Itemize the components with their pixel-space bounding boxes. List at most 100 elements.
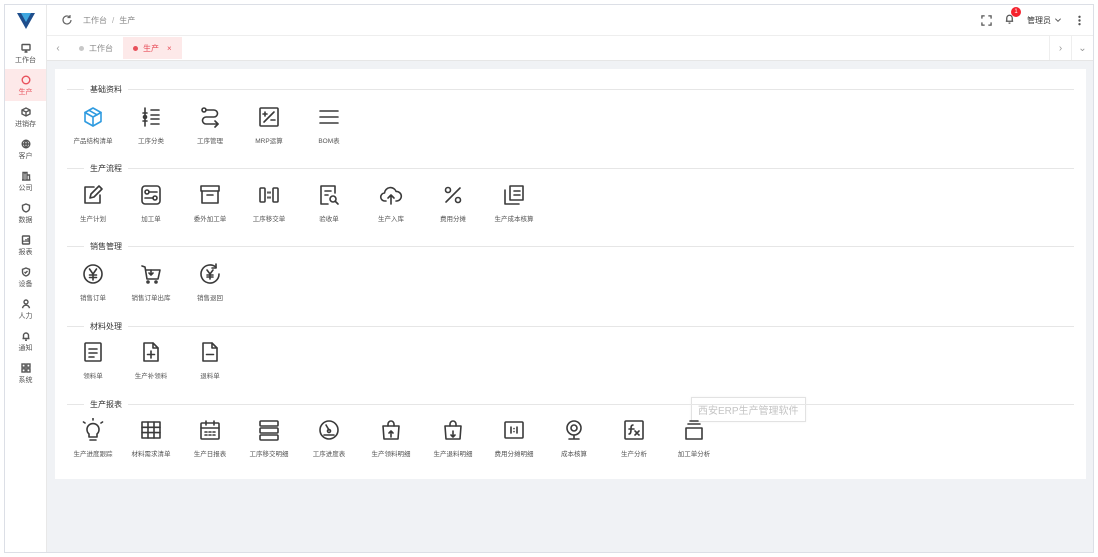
tab-scroll-left[interactable]: ‹ (47, 36, 69, 60)
yen-circle-icon (83, 264, 103, 284)
module-button[interactable]: 销售订单 (63, 262, 123, 302)
box-icon (20, 106, 32, 118)
breadcrumb-current: 生产 (119, 15, 136, 25)
module-button[interactable]: 销售订单出库 (121, 262, 181, 302)
tab-dropdown[interactable]: ⌄ (1071, 36, 1093, 60)
sidebar-item[interactable]: 设备 (5, 261, 46, 293)
module-button[interactable]: 工序移交单 (239, 183, 299, 223)
add-doc-icon (143, 342, 159, 362)
tab-controls: › ⌄ (1049, 36, 1093, 60)
sidebar-item-label: 系统 (18, 376, 33, 384)
list-icon (319, 110, 339, 124)
process-category-icon (142, 107, 160, 127)
sidebar-item-label: 人力 (18, 312, 33, 320)
module-button[interactable]: 加工单 (121, 183, 181, 223)
module-button[interactable]: 加工单分析 (664, 418, 724, 458)
sidebar-item[interactable]: 生产 (5, 69, 46, 101)
module-button[interactable]: 领料单 (63, 340, 123, 380)
module-button[interactable]: MRP运算 (239, 105, 299, 145)
user-name: 管理员 (1027, 15, 1051, 25)
sidebar-item-label: 客户 (18, 152, 33, 160)
circle-icon (20, 74, 32, 86)
tab-production[interactable]: 生产 × (123, 37, 182, 59)
sidebar-item[interactable]: 数据 (5, 197, 46, 229)
module-label: 生产日报表 (193, 451, 227, 458)
module-label: 领料单 (83, 373, 103, 380)
chevron-down-icon (1055, 18, 1061, 22)
bell-icon (20, 330, 32, 342)
breadcrumb-home[interactable]: 工作台 (83, 16, 107, 25)
module-button[interactable]: 生产计划 (63, 183, 123, 223)
module-label: 委外加工单 (193, 216, 227, 223)
section-title: 销售管理 (90, 241, 122, 251)
sidebar-item[interactable]: 人力 (5, 293, 46, 325)
gauge-icon (319, 420, 339, 440)
module-label: 工序移交单 (252, 216, 286, 223)
module-label: 生产退料明细 (433, 451, 473, 458)
notification-button[interactable]: 1 (1004, 7, 1021, 27)
sidebar-item[interactable]: 报表 (5, 229, 46, 261)
module-button[interactable]: 材料需求清单 (121, 418, 181, 458)
module-button[interactable]: 工序进度表 (299, 418, 359, 458)
sidebar: 工作台生产进销存客户公司数据报表设备人力通知系统 (5, 5, 47, 552)
module-label: 生产入库 (378, 216, 404, 223)
more-vertical-icon[interactable] (1074, 15, 1085, 26)
refresh-icon[interactable] (61, 14, 73, 26)
module-label: 销售订单出库 (131, 295, 171, 302)
calendar-icon (200, 420, 220, 440)
sidebar-item-label: 报表 (18, 248, 33, 256)
report-icon (20, 234, 32, 246)
module-button[interactable]: 验收单 (299, 183, 359, 223)
sidebar-item-label: 设备 (18, 280, 33, 288)
header-actions: 1 管理员 (981, 7, 1085, 27)
module-label: 退料单 (200, 373, 220, 380)
module-button[interactable]: 工序管理 (180, 105, 240, 145)
module-button[interactable]: 生产分析 (604, 418, 664, 458)
building-icon (20, 170, 32, 182)
module-button[interactable]: 生产退料明细 (423, 418, 483, 458)
module-button[interactable]: 成本核算 (544, 418, 604, 458)
bulb-icon (82, 418, 104, 441)
sidebar-item[interactable]: 通知 (5, 325, 46, 357)
module-button[interactable]: BOM表 (299, 105, 359, 145)
remove-doc-icon (202, 342, 218, 362)
tab-workbench[interactable]: 工作台 (69, 37, 123, 59)
user-menu[interactable]: 管理员 (1027, 15, 1062, 26)
module-button[interactable]: 生产补领料 (121, 340, 181, 380)
module-button[interactable]: 费用分摊明细 (484, 418, 544, 458)
module-button[interactable]: 生产入库 (361, 183, 421, 223)
module-button[interactable]: 生产领料明细 (361, 418, 421, 458)
section-title: 基础资料 (90, 84, 122, 94)
main-panel: 西安ERP生产管理软件 基础资料 产品结构清单 工序分类 工序管理 MRP运算 BOM表生… (55, 69, 1086, 479)
module-button[interactable]: 生产进度跟踪 (63, 418, 123, 458)
tab-scroll-right[interactable]: › (1049, 36, 1071, 60)
sidebar-item[interactable]: 客户 (5, 133, 46, 165)
fullscreen-icon[interactable] (981, 14, 992, 26)
sidebar-item[interactable]: 工作台 (5, 37, 46, 69)
module-button[interactable]: 委外加工单 (180, 183, 240, 223)
tab-label: 工作台 (89, 43, 113, 53)
module-button[interactable]: 费用分摊 (423, 183, 483, 223)
sidebar-item[interactable]: 进销存 (5, 101, 46, 133)
sidebar-item[interactable]: 系统 (5, 357, 46, 389)
module-button[interactable]: 生产成本核算 (484, 183, 544, 223)
logo-icon (16, 13, 35, 29)
module-button[interactable]: 工序分类 (121, 105, 181, 145)
process-order-icon (141, 185, 161, 205)
module-label: 产品结构清单 (73, 138, 113, 145)
tray-icon (685, 420, 703, 440)
section-title: 生产流程 (90, 163, 122, 173)
sidebar-item-label: 数据 (18, 216, 33, 224)
sidebar-item-label: 生产 (18, 88, 33, 96)
logo[interactable] (5, 5, 46, 37)
tab-dot (133, 45, 138, 51)
module-label: 工序分类 (138, 138, 164, 145)
module-button[interactable]: 退料单 (180, 340, 240, 380)
module-button[interactable]: 工序移交明细 (239, 418, 299, 458)
module-button[interactable]: 产品结构清单 (63, 105, 123, 145)
module-button[interactable]: 销售退回 (180, 262, 240, 302)
sidebar-item[interactable]: 公司 (5, 165, 46, 197)
tab-close-icon[interactable]: × (167, 44, 172, 53)
module-label: 工序移交明细 (249, 451, 289, 458)
module-button[interactable]: 生产日报表 (180, 418, 240, 458)
